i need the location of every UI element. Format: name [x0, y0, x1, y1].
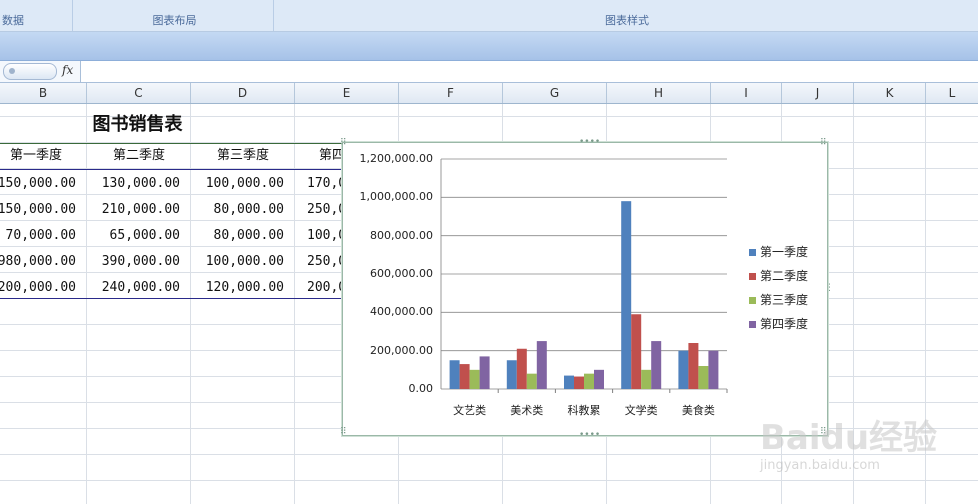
x-tick-label: 美术类 — [510, 404, 544, 417]
table-cell[interactable]: 200,000.00 — [0, 276, 76, 300]
column-header[interactable]: B — [0, 83, 87, 103]
column-header[interactable]: G — [503, 83, 607, 103]
legend-label: 第二季度 — [760, 269, 809, 283]
column-header[interactable]: I — [711, 83, 782, 103]
header-cell[interactable]: 第二季度 — [87, 144, 191, 168]
table-cell[interactable]: 100,000.00 — [191, 250, 284, 274]
legend-swatch — [749, 321, 756, 328]
legend-label: 第一季度 — [760, 245, 809, 259]
y-tick-label: 1,000,000.00 — [359, 190, 433, 204]
watermark-url: jingyan.baidu.com — [760, 458, 880, 473]
chart-bar[interactable] — [564, 375, 574, 389]
legend-swatch — [749, 297, 756, 304]
table-cell[interactable]: 130,000.00 — [87, 172, 180, 196]
ribbon-group-label: 数据 — [2, 14, 24, 27]
y-tick-label: 400,000.00 — [370, 305, 433, 319]
table-cell[interactable]: 120,000.00 — [191, 276, 284, 300]
table-cell[interactable]: 80,000.00 — [191, 224, 284, 248]
y-tick-label: 1,200,000.00 — [359, 152, 433, 165]
chart-bar[interactable] — [678, 350, 689, 389]
header-cell[interactable]: 第一季度 — [0, 144, 72, 168]
chart-bar[interactable] — [708, 350, 719, 389]
ribbon: 数据 图表布局 图表样式 — [0, 0, 978, 32]
table-cell[interactable]: 390,000.00 — [87, 250, 180, 274]
column-header[interactable]: K — [854, 83, 926, 103]
column-header[interactable]: C — [87, 83, 191, 103]
formula-input[interactable] — [81, 61, 978, 82]
column-header[interactable]: D — [191, 83, 295, 103]
chart-bar[interactable] — [459, 364, 470, 389]
table-cell[interactable]: 65,000.00 — [87, 224, 180, 248]
legend-label: 第三季度 — [760, 293, 809, 307]
chart-bar[interactable] — [574, 376, 584, 389]
table-cell[interactable]: 80,000.00 — [191, 198, 284, 222]
y-tick-label: 0.00 — [408, 382, 434, 395]
table-cell[interactable]: 100,000.00 — [191, 172, 284, 196]
y-tick-label: 600,000.00 — [370, 267, 433, 280]
legend-item[interactable]: 第三季度 — [749, 291, 808, 308]
chart-bar[interactable] — [651, 341, 662, 389]
chart-bar[interactable] — [449, 360, 460, 389]
chart-bar[interactable] — [506, 360, 517, 389]
column-header[interactable]: L — [926, 83, 978, 103]
column-header[interactable]: J — [782, 83, 854, 103]
legend-swatch — [749, 273, 756, 280]
table-cell[interactable]: 70,000.00 — [0, 224, 76, 248]
ribbon-group-chart-layout[interactable]: 图表布局 — [76, 0, 274, 31]
ribbon-group-label: 图表布局 — [152, 14, 197, 27]
x-tick-label: 科教累 — [567, 404, 601, 417]
chart-bar[interactable] — [641, 369, 652, 389]
chart-bar[interactable] — [621, 201, 632, 389]
legend-item[interactable]: 第四季度 — [749, 315, 808, 332]
header-bottom-border — [0, 169, 400, 170]
y-tick-label: 800,000.00 — [370, 228, 433, 242]
table-cell[interactable]: 150,000.00 — [0, 172, 76, 196]
header-cell[interactable]: 第三季度 — [191, 144, 295, 168]
y-tick-label: 200,000.00 — [370, 343, 433, 357]
sheet-title: 图书销售表 — [92, 114, 183, 135]
chart-bar[interactable] — [584, 373, 594, 389]
chart-bar[interactable] — [479, 356, 490, 389]
column-headers: B C D E F G H I J K L — [0, 83, 978, 104]
name-box[interactable] — [3, 63, 57, 80]
table-cell[interactable]: 240,000.00 — [87, 276, 180, 300]
column-header[interactable]: H — [607, 83, 711, 103]
chart-bar[interactable] — [526, 373, 537, 389]
chart-bar[interactable] — [469, 369, 480, 389]
column-header[interactable]: F — [399, 83, 503, 103]
chart-bar[interactable] — [516, 348, 527, 389]
legend-swatch — [749, 249, 756, 256]
legend-item[interactable]: 第二季度 — [749, 267, 808, 284]
fx-icon[interactable]: fx — [62, 63, 73, 77]
baidu-jingyan-watermark: Baidu经验 jingyan.baidu.com — [760, 402, 960, 492]
x-tick-label: 文艺类 — [453, 404, 487, 417]
name-box-dropdown-icon — [9, 68, 15, 74]
ribbon-group-label: 图表样式 — [605, 14, 649, 27]
table-bottom-border — [0, 298, 400, 299]
table-cell[interactable]: 980,000.00 — [0, 250, 76, 274]
formula-bar: fx — [0, 61, 978, 83]
column-header[interactable]: E — [295, 83, 399, 103]
watermark-brand: Baidu经验 — [760, 418, 938, 458]
ribbon-group-data[interactable]: 数据 — [0, 0, 73, 31]
table-cell[interactable]: 150,000.00 — [0, 198, 76, 222]
chart-bar[interactable] — [688, 343, 699, 389]
chart-bar[interactable] — [631, 314, 642, 389]
chart-area[interactable]: •••• •••• ⠿ ⠿ ⠿ ⠿ ⋮ 0.00 200,000.00 400,00… — [340, 138, 834, 440]
ribbon-band — [0, 32, 978, 61]
chart-bar[interactable] — [594, 369, 604, 389]
chart-bar[interactable] — [536, 341, 547, 389]
legend-label: 第四季度 — [760, 317, 809, 331]
chart-bar[interactable] — [698, 366, 709, 389]
ribbon-group-chart-styles[interactable]: 图表样式 — [277, 0, 977, 31]
table-cell[interactable]: 210,000.00 — [87, 198, 180, 222]
legend-item[interactable]: 第一季度 — [749, 243, 808, 260]
x-tick-label: 文学类 — [624, 404, 658, 417]
x-tick-label: 美食类 — [681, 404, 715, 417]
